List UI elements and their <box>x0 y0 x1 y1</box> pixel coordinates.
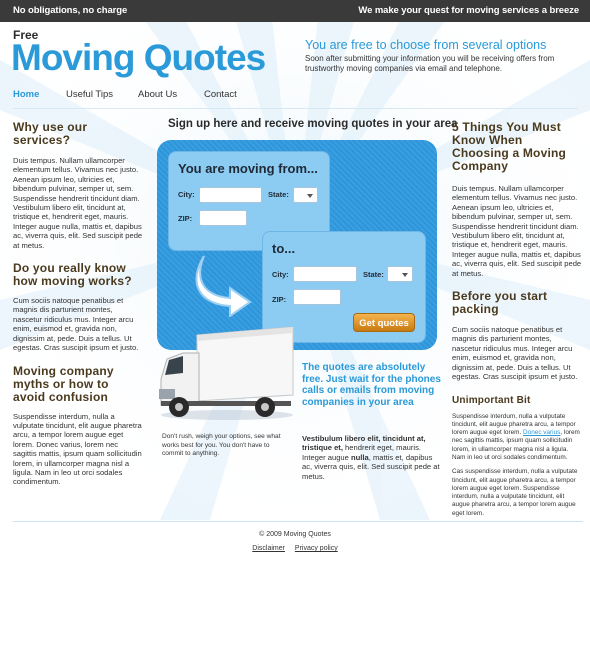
left-section-title: Moving company myths or how to avoid con… <box>13 363 114 404</box>
arrow-icon <box>195 255 252 317</box>
nav-item-useful-tips[interactable]: Useful Tips <box>66 89 113 100</box>
right-section-title: Unimportant Bit <box>452 394 531 406</box>
right-section-text: Duis tempus. Nullam ullamcorper elementu… <box>452 184 582 278</box>
truck-image <box>159 327 294 420</box>
from-state-label: State: <box>268 190 289 199</box>
to-city-input[interactable] <box>293 266 357 282</box>
logo[interactable]: Moving Quotes <box>11 39 266 76</box>
center-text-bold: nulla <box>350 452 369 462</box>
left-column: Why use our services? Duis tempus. Nulla… <box>13 121 143 487</box>
center-text: Vestibulum libero elit, tincidunt at, tr… <box>302 434 442 481</box>
to-state-label: State: <box>363 270 384 279</box>
right-section-title: Before you start packing <box>452 289 548 317</box>
left-section-text: Cum sociis natoque penatibus et magnis d… <box>13 296 139 353</box>
topbar-right-text: We make your quest for moving services a… <box>358 5 579 16</box>
nav-item-home[interactable]: Home <box>13 89 39 100</box>
footer-links: Disclaimer Privacy policy <box>0 545 590 552</box>
signup-title: Sign up here and receive moving quotes i… <box>168 118 458 130</box>
from-city-label: City: <box>178 190 195 199</box>
footer-copyright: © 2009 Moving Quotes <box>259 531 331 538</box>
right-section-text: Cas suspendisse interdum, nulla a vulput… <box>452 468 578 517</box>
left-section-title: Why use our services? <box>13 120 88 147</box>
right-column: 5 Things You Must Know When Choosing a M… <box>452 121 582 518</box>
left-section-text: Duis tempus. Nullam ullamcorper elementu… <box>13 156 143 250</box>
form-caption: Don't rush, weigh your options, see what… <box>162 433 281 457</box>
right-section-text: Cum sociis natoque penatibus et magnis d… <box>452 325 578 382</box>
to-zip-input[interactable] <box>293 289 341 305</box>
to-city-label: City: <box>272 270 289 279</box>
from-zip-input[interactable] <box>199 210 247 226</box>
from-state-select[interactable] <box>293 187 318 203</box>
get-quotes-button[interactable]: Get quotes <box>353 313 415 332</box>
nav-divider <box>13 108 578 109</box>
nav-item-contact[interactable]: Contact <box>204 89 237 100</box>
right-section-text: Suspendisse interdum, nulla a vulputate … <box>452 413 582 463</box>
top-bar: No obligations, no charge We make your q… <box>0 0 590 22</box>
to-heading: to... <box>272 241 296 256</box>
header-heading: You are free to choose from several opti… <box>305 38 547 52</box>
main-nav: Home Useful Tips About Us Contact <box>0 86 590 106</box>
topbar-left-text: No obligations, no charge <box>13 5 128 16</box>
from-heading: You are moving from... <box>178 161 318 176</box>
from-zip-label: ZIP: <box>178 214 193 223</box>
footer-divider <box>13 521 583 522</box>
header-text: Soon after submitting your information y… <box>305 54 555 73</box>
footer-link-privacy-policy[interactable]: Privacy policy <box>295 545 338 552</box>
left-section-title: Do you really know how moving works? <box>13 261 132 289</box>
from-city-input[interactable] <box>199 187 262 203</box>
free-quotes-heading: The quotes are absolutely free. Just wai… <box>302 362 441 408</box>
left-section-text: Suspendisse interdum, nulla a vulputate … <box>13 411 142 487</box>
footer-link-disclaimer[interactable]: Disclaimer <box>252 545 285 552</box>
to-zip-label: ZIP: <box>272 295 287 304</box>
to-state-select[interactable] <box>387 266 413 282</box>
right-section-title: 5 Things You Must Know When Choosing a M… <box>452 120 567 173</box>
donec-varius-link[interactable]: Donec varius <box>523 429 560 436</box>
nav-item-about-us[interactable]: About Us <box>138 89 177 100</box>
